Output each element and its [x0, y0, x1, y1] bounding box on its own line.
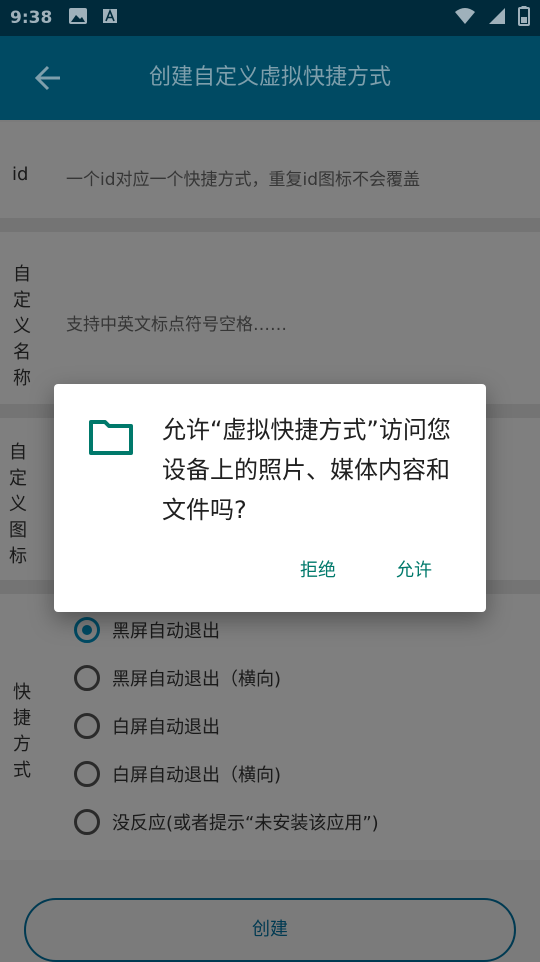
folder-icon [88, 418, 134, 456]
option-label: 黑屏自动退出 [112, 621, 220, 642]
battery-icon [518, 6, 530, 30]
shortcut-label: 快 捷 方 式 [12, 680, 32, 784]
gallery-icon [68, 7, 88, 29]
app-bar: 创建自定义虚拟快捷方式 [0, 36, 540, 120]
radio-unselected[interactable] [74, 761, 100, 787]
icon-label-char: 标 [9, 546, 27, 567]
option-black-screen-exit[interactable]: 黑屏自动退出 [74, 617, 220, 643]
radio-unselected[interactable] [74, 713, 100, 739]
shortcut-label-char: 快 [13, 682, 31, 703]
font-a-icon [102, 8, 118, 28]
radio-unselected[interactable] [74, 809, 100, 835]
shortcut-label-char: 方 [13, 734, 31, 755]
allow-button[interactable]: 允许 [396, 556, 432, 582]
name-label-char: 义 [13, 316, 31, 337]
back-arrow-icon[interactable] [34, 64, 62, 92]
icon-label-char: 定 [9, 468, 27, 489]
radio-unselected[interactable] [74, 665, 100, 691]
icon-label-char: 自 [9, 442, 27, 463]
name-label-char: 定 [13, 290, 31, 311]
option-no-response[interactable]: 没反应(或者提示“未安装该应用”) [74, 809, 379, 835]
name-label-char: 名 [13, 342, 31, 363]
name-label: 自 定 义 名 称 [12, 262, 32, 392]
create-button[interactable]: 创建 [24, 898, 516, 962]
shortcut-label-char: 捷 [13, 708, 31, 729]
radio-selected[interactable] [74, 617, 100, 643]
option-label: 白屏自动退出（横向) [112, 765, 282, 786]
option-black-screen-exit-landscape[interactable]: 黑屏自动退出（横向) [74, 665, 281, 691]
icon-label-char: 义 [9, 494, 27, 515]
dialog-message: 允许“虚拟快捷方式”访问您设备上的照片、媒体内容和文件吗? [162, 416, 451, 524]
option-white-screen-exit-landscape[interactable]: 白屏自动退出（横向) [74, 761, 281, 787]
id-label: id [12, 164, 29, 185]
option-label: 白屏自动退出 [112, 717, 220, 738]
option-white-screen-exit[interactable]: 白屏自动退出 [74, 713, 220, 739]
name-label-char: 自 [13, 264, 31, 285]
page-title: 创建自定义虚拟快捷方式 [148, 65, 391, 90]
shortcut-label-char: 式 [13, 760, 31, 781]
signal-icon [488, 7, 506, 29]
status-time: 9:38 [10, 8, 53, 28]
icon-label: 自 定 义 图 标 [8, 440, 28, 570]
name-label-char: 称 [13, 368, 31, 389]
status-bar: 9:38 [0, 0, 540, 36]
deny-button[interactable]: 拒绝 [300, 556, 336, 582]
icon-label-char: 图 [9, 520, 27, 541]
id-input[interactable]: 一个id对应一个快捷方式，重复id图标不会覆盖 [66, 165, 420, 190]
permission-dialog: 允许“虚拟快捷方式”访问您设备上的照片、媒体内容和文件吗? 拒绝 允许 [54, 384, 486, 612]
divider [0, 218, 540, 232]
option-label: 没反应(或者提示“未安装该应用”) [112, 813, 379, 834]
option-label: 黑屏自动退出（横向) [112, 669, 282, 690]
wifi-icon [454, 7, 476, 29]
name-input[interactable]: 支持中英文标点符号空格…… [66, 310, 287, 335]
